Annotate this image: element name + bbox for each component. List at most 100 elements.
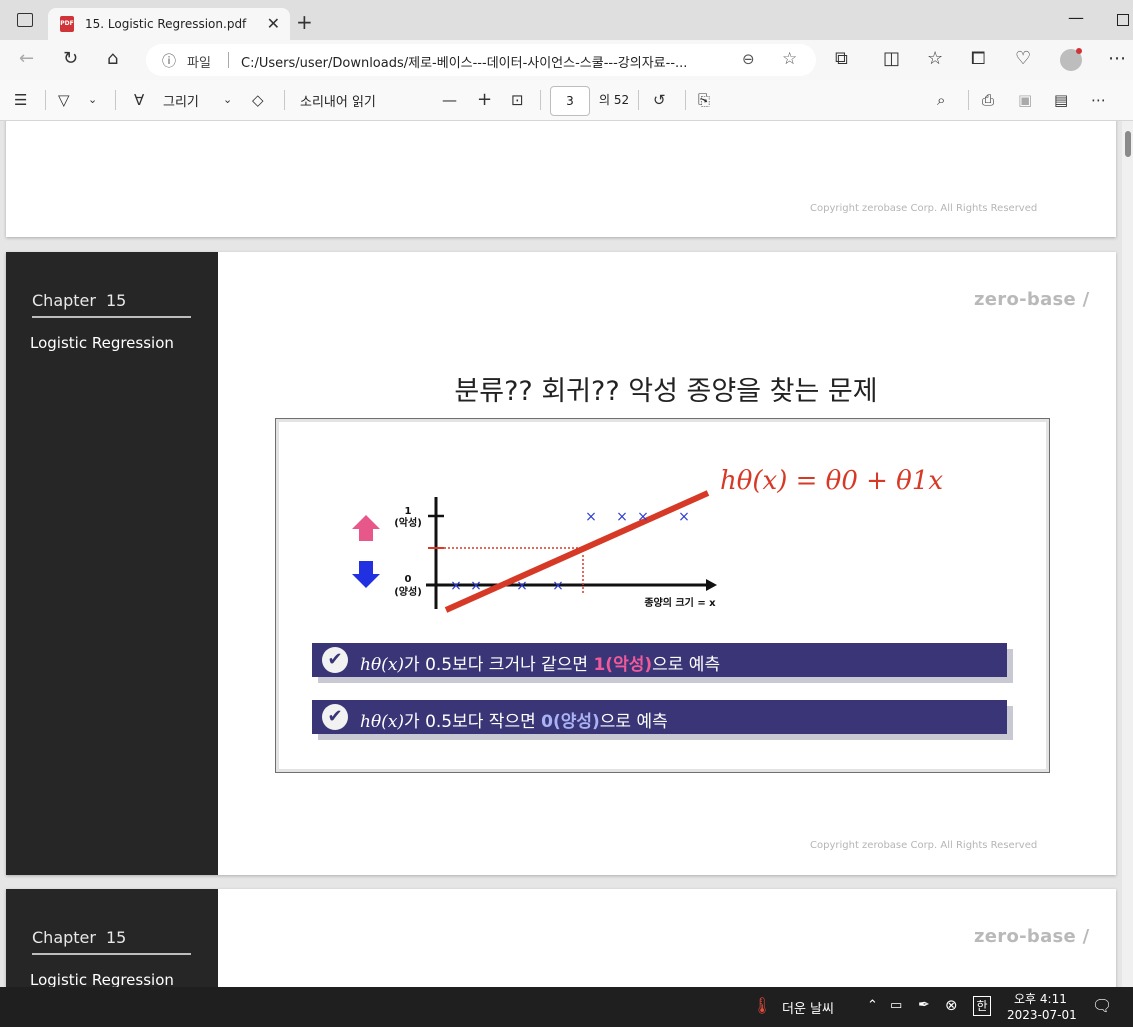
thermometer-icon[interactable]: 🌡 <box>752 996 772 1015</box>
split-screen-icon[interactable]: ◫ <box>883 49 900 69</box>
eraser-icon[interactable]: ◇ <box>252 90 264 110</box>
highlight-icon[interactable]: ▽ <box>58 90 70 110</box>
rule-1-suffix: 으로 예측 <box>652 655 721 675</box>
weather-text[interactable]: 더운 날씨 <box>782 998 834 1017</box>
chapter-number: 15 <box>106 291 127 310</box>
pen-icon[interactable]: ✒ <box>918 997 930 1013</box>
read-aloud-button[interactable]: 소리내어 읽기 <box>300 91 376 110</box>
y-tick-bottom: 0 <box>405 574 412 585</box>
clock-time[interactable]: 오후 4:11 <box>1014 990 1067 1007</box>
info-icon[interactable]: ⓘ <box>162 51 176 71</box>
contents-icon[interactable]: ☰ <box>14 90 27 110</box>
more-options-icon[interactable]: ⋯ <box>1091 90 1106 110</box>
chapter-subtitle: Logistic Regression <box>30 971 174 987</box>
scrollbar-thumb[interactable] <box>1125 131 1131 157</box>
x-axis-label: 종양의 크기 = x <box>644 596 716 609</box>
figure-box: × × × × × × × × 1 (악성) 0 (양성) 종양의 크기 = x… <box>275 418 1050 773</box>
save-icon[interactable]: ▣ <box>1018 90 1032 110</box>
rule-1-condition: 가 0.5보다 크거나 같으면 <box>404 655 594 675</box>
show-hidden-icons-icon[interactable]: ⌃ <box>867 998 878 1013</box>
y-tick-top-label: (악성) <box>394 516 422 529</box>
maximize-icon[interactable] <box>1117 14 1129 26</box>
clock-date[interactable]: 2023-07-01 <box>1007 1008 1077 1022</box>
home-icon[interactable]: ⌂ <box>107 49 118 69</box>
page-copyright: Copyright zerobase Corp. All Rights Rese… <box>810 203 1038 214</box>
data-point: × <box>516 578 528 594</box>
y-tick-top: 1 <box>405 506 412 517</box>
minimize-icon[interactable]: — <box>1068 8 1084 27</box>
favorites-icon[interactable]: ☆ <box>927 49 943 69</box>
logo-slash: / <box>1082 926 1090 947</box>
toolbar-divider <box>968 90 969 110</box>
toolbar-divider <box>685 90 686 110</box>
rule-2-suffix: 으로 예측 <box>599 712 668 732</box>
address-separator <box>228 52 229 68</box>
rotate-icon[interactable]: ↺ <box>653 90 666 110</box>
ime-indicator[interactable]: 한 <box>973 996 991 1016</box>
logo-text: zero-base <box>974 289 1077 310</box>
tab-active[interactable]: PDF 15. Logistic Regression.pdf ✕ <box>48 8 290 40</box>
print-icon[interactable]: ⎙ <box>982 90 994 110</box>
tab-close-icon[interactable]: ✕ <box>267 14 280 33</box>
toolbar-divider <box>284 90 285 110</box>
chapter-divider <box>32 953 191 955</box>
toolbar-divider <box>115 90 116 110</box>
draw-button[interactable]: 그리기 <box>163 91 199 110</box>
back-icon[interactable]: ← <box>19 49 34 69</box>
pdf-page-2: Copyright zerobase Corp. All Rights Rese… <box>6 121 1116 237</box>
fit-page-icon[interactable]: ⊡ <box>511 90 524 110</box>
network-icon[interactable]: ▭ <box>890 998 902 1013</box>
navigation-bar: ← ↻ ⌂ ⓘ 파일 C:/Users/user/Downloads/제로-베이… <box>0 40 1133 80</box>
tab-actions-icon[interactable] <box>17 13 33 27</box>
refresh-icon[interactable]: ↻ <box>63 49 78 69</box>
save-as-icon[interactable]: ▤ <box>1054 90 1068 110</box>
notifications-icon[interactable]: 🗨 <box>1092 996 1112 1015</box>
more-menu-icon[interactable]: ⋯ <box>1108 49 1126 69</box>
chevron-down-icon[interactable]: ⌄ <box>88 90 97 110</box>
page-number-input[interactable]: 3 <box>550 86 590 116</box>
collections-icon[interactable]: ⧠ <box>971 49 985 69</box>
rule-2-formula: hθ(x) <box>360 712 405 732</box>
chapter-label: Chapter <box>32 928 96 947</box>
slide-title: 분류?? 회귀?? 악성 종양을 찾는 문제 <box>454 376 878 407</box>
new-tab-button[interactable]: + <box>296 12 313 32</box>
chapter-divider <box>32 316 191 318</box>
zoom-out-icon[interactable]: — <box>442 90 457 110</box>
zoom-in-icon[interactable]: + <box>477 90 492 110</box>
chapter-sidebar: Chapter 15 Logistic Regression <box>6 252 218 875</box>
down-arrow-icon <box>352 561 380 588</box>
zero-base-logo: zero-base / <box>974 289 1090 310</box>
browser-essentials-icon[interactable]: ♡ <box>1015 49 1031 69</box>
search-icon[interactable]: ⌕ <box>937 90 945 110</box>
volume-muted-icon[interactable]: ⊗ <box>945 996 958 1014</box>
chapter-label: Chapter <box>32 291 96 310</box>
data-point: × <box>450 578 462 594</box>
profile-avatar[interactable] <box>1060 48 1082 71</box>
pdf-toolbar: ☰ ▽ ⌄ ∀ 그리기 ⌄ ◇ 소리내어 읽기 — + ⊡ 3 의 52 ↺ ⎘… <box>0 80 1133 121</box>
title-bar: PDF 15. Logistic Regression.pdf ✕ + — <box>0 0 1133 40</box>
extensions-icon[interactable]: ⧉ <box>835 49 848 69</box>
rule-1-formula: hθ(x) <box>360 655 405 675</box>
rule-bar-1: ✔ hθ(x)가 0.5보다 크거나 같으면 1(악성)으로 예측 <box>312 643 1007 677</box>
up-arrow-icon <box>352 515 380 541</box>
chapter-subtitle: Logistic Regression <box>30 334 174 352</box>
chevron-down-icon[interactable]: ⌄ <box>223 90 232 110</box>
zero-base-logo: zero-base / <box>974 926 1090 947</box>
address-bar[interactable]: ⓘ 파일 C:/Users/user/Downloads/제로-베이스---데이… <box>146 44 816 76</box>
checkmark-icon: ✔ <box>322 647 348 673</box>
toolbar-divider <box>540 90 541 110</box>
favorite-star-icon[interactable]: ☆ <box>782 49 797 69</box>
page-copyright: Copyright zerobase Corp. All Rights Rese… <box>810 840 1038 851</box>
data-point: × <box>552 578 564 594</box>
scrollbar-track[interactable] <box>1122 121 1133 987</box>
pdf-page-4: Chapter 15 Logistic Regression zero-base… <box>6 889 1116 987</box>
page-view-icon[interactable]: ⎘ <box>698 90 710 110</box>
zoom-icon[interactable]: ⊖ <box>742 50 755 68</box>
checkmark-icon: ✔ <box>322 704 348 730</box>
address-url[interactable]: C:/Users/user/Downloads/제로-베이스---데이터-사이언… <box>241 52 741 71</box>
draw-icon[interactable]: ∀ <box>134 90 144 110</box>
data-point: × <box>637 509 649 525</box>
data-point: × <box>678 509 690 525</box>
x-axis-arrowhead <box>706 579 717 591</box>
regression-line <box>444 490 710 613</box>
